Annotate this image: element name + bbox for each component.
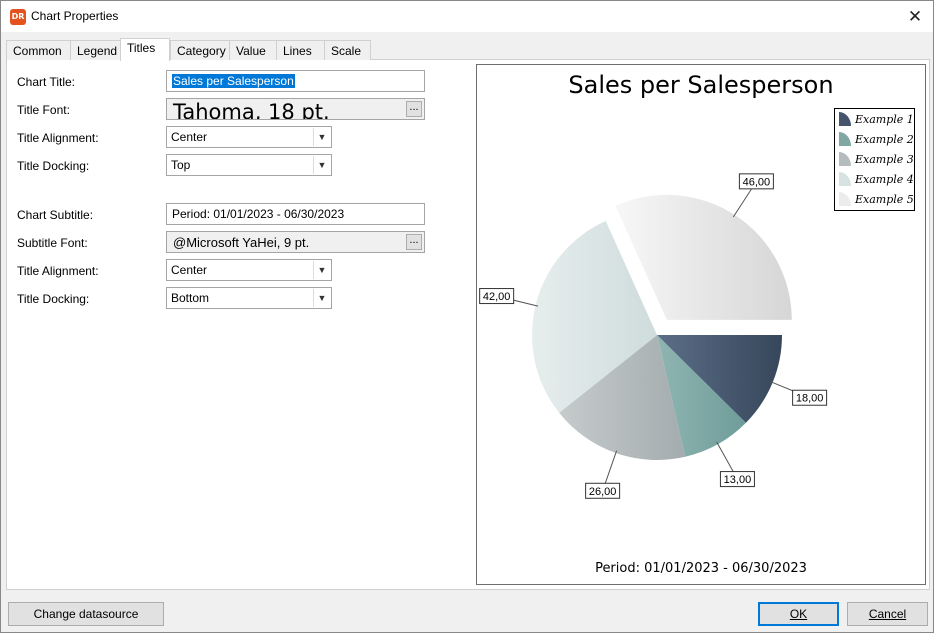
- chart-title-label: Chart Title:: [17, 75, 76, 89]
- subtitle-docking-select[interactable]: Bottom ▼: [166, 287, 332, 309]
- chart-title-value: Sales per Salesperson: [172, 74, 295, 88]
- tab-legend[interactable]: Legend: [70, 40, 122, 60]
- pie-data-label: 18,00: [796, 393, 824, 405]
- pie-data-label: 42,00: [483, 291, 511, 303]
- chart-legend: Example 1 Example 2 Example 3 Example 4 …: [834, 108, 915, 211]
- subtitle-alignment-select[interactable]: Center ▼: [166, 259, 332, 281]
- subtitle-font-label: Subtitle Font:: [17, 236, 88, 250]
- title-font-value: Tahoma, 18 pt.: [173, 100, 330, 120]
- title-bar: DR Chart Properties ✕: [1, 1, 933, 32]
- chart-title-input[interactable]: Sales per Salesperson: [166, 70, 425, 92]
- title-docking-select[interactable]: Top ▼: [166, 154, 332, 176]
- change-datasource-button[interactable]: Change datasource: [8, 602, 164, 626]
- pie-slice: [615, 194, 792, 320]
- title-alignment-value: Center: [171, 130, 208, 144]
- window-title: Chart Properties: [31, 9, 119, 23]
- title-docking-value: Top: [171, 158, 191, 172]
- subtitle-docking-value: Bottom: [171, 291, 210, 305]
- title-font-browse-button[interactable]: ...: [406, 101, 422, 117]
- cancel-button[interactable]: Cancel: [847, 602, 928, 626]
- chevron-down-icon[interactable]: ▼: [313, 156, 330, 174]
- legend-label: Example 2: [855, 133, 914, 146]
- legend-label: Example 1: [855, 113, 914, 126]
- ok-button[interactable]: OK: [758, 602, 839, 626]
- tab-category[interactable]: Category: [170, 40, 230, 60]
- tab-titles[interactable]: Titles: [120, 38, 170, 61]
- legend-label: Example 5: [855, 193, 914, 206]
- chart-properties-dialog: DR Chart Properties ✕ Common Legend Titl…: [0, 0, 934, 633]
- subtitle-font-browse-button[interactable]: ...: [406, 234, 422, 250]
- tab-scale[interactable]: Scale: [324, 40, 371, 60]
- subtitle-font-field[interactable]: @Microsoft YaHei, 9 pt. ...: [166, 231, 425, 253]
- title-font-label: Title Font:: [17, 103, 70, 117]
- subtitle-alignment-label: Title Alignment:: [17, 264, 99, 278]
- close-button[interactable]: ✕: [897, 1, 933, 32]
- title-font-field[interactable]: Tahoma, 18 pt. ...: [166, 98, 425, 120]
- chart-subtitle: Period: 01/01/2023 - 06/30/2023: [595, 561, 807, 576]
- tab-common[interactable]: Common: [6, 40, 71, 60]
- legend-label: Example 3: [855, 153, 914, 166]
- chart-subtitle-input[interactable]: Period: 01/01/2023 - 06/30/2023: [166, 203, 425, 225]
- subtitle-font-value: @Microsoft YaHei, 9 pt.: [173, 235, 310, 250]
- tab-value[interactable]: Value: [229, 40, 277, 60]
- chart-subtitle-label: Chart Subtitle:: [17, 208, 94, 222]
- pie-data-label: 46,00: [743, 176, 771, 188]
- chevron-down-icon[interactable]: ▼: [313, 261, 330, 279]
- legend-label: Example 4: [855, 173, 914, 186]
- subtitle-docking-label: Title Docking:: [17, 292, 90, 306]
- cancel-label: Cancel: [868, 607, 907, 621]
- pie-data-label: 26,00: [589, 486, 617, 498]
- chevron-down-icon[interactable]: ▼: [313, 128, 330, 146]
- tab-lines[interactable]: Lines: [276, 40, 325, 60]
- app-logo-icon: DR: [10, 9, 26, 25]
- pie-data-label: 13,00: [724, 474, 752, 486]
- title-alignment-label: Title Alignment:: [17, 131, 99, 145]
- chevron-down-icon[interactable]: ▼: [313, 289, 330, 307]
- chart-preview: Sales per Salesperson 18,00 13,00 26,00 42,…: [476, 64, 926, 585]
- title-docking-label: Title Docking:: [17, 159, 90, 173]
- subtitle-alignment-value: Center: [171, 263, 208, 277]
- title-alignment-select[interactable]: Center ▼: [166, 126, 332, 148]
- ok-label: OK: [789, 607, 808, 621]
